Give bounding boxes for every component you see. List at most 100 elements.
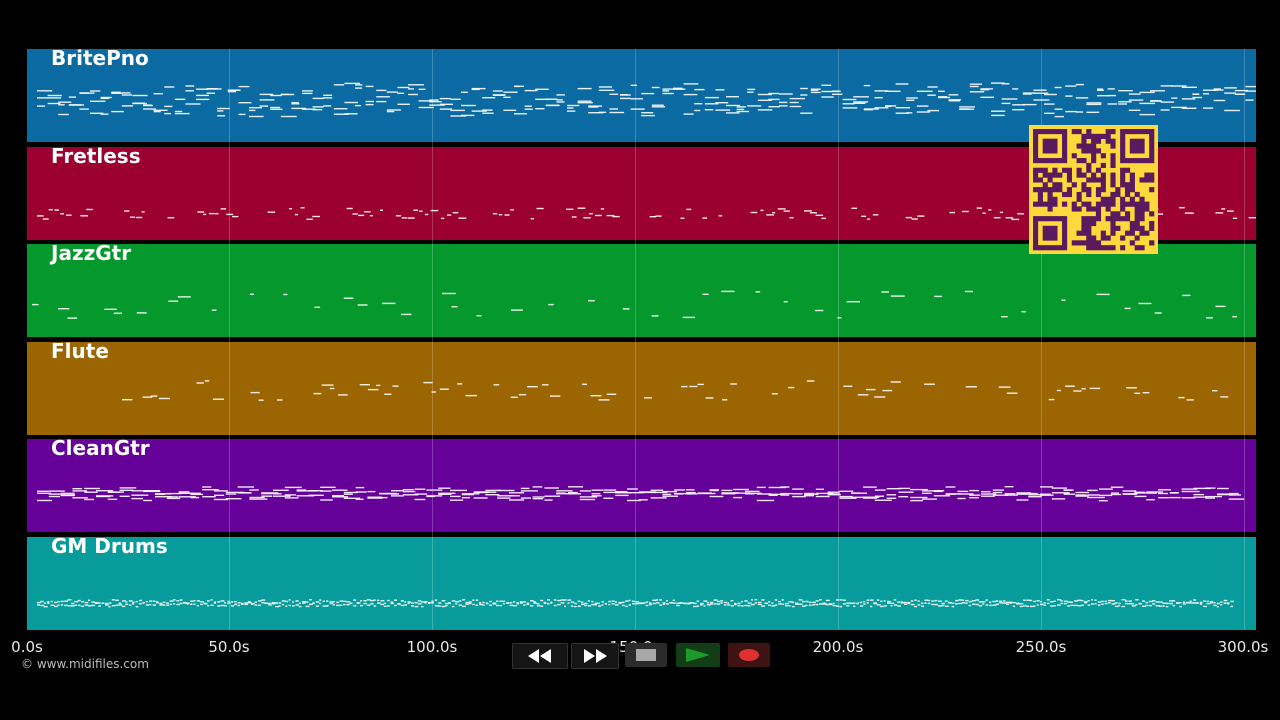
note (778, 600, 781, 603)
note (441, 605, 446, 608)
track-jazzgtr[interactable]: JazzGtr (27, 241, 1256, 337)
note (1023, 599, 1026, 601)
note (524, 108, 533, 110)
note (540, 605, 544, 607)
track-gm-drums[interactable]: GM Drums (27, 534, 1256, 630)
rewind-button[interactable] (512, 643, 568, 669)
note (96, 495, 114, 497)
note (890, 381, 901, 383)
note (948, 602, 953, 604)
note (1050, 601, 1054, 603)
note (510, 209, 514, 211)
note (212, 398, 224, 400)
note (825, 603, 830, 606)
fast-forward-button[interactable] (571, 643, 619, 669)
note (540, 599, 544, 602)
note (510, 396, 518, 398)
note (600, 208, 605, 210)
note (149, 603, 152, 606)
note (588, 300, 595, 302)
note (1215, 305, 1226, 308)
note (567, 602, 570, 604)
note (196, 94, 209, 97)
note (284, 486, 302, 489)
note (254, 604, 258, 606)
note (981, 495, 995, 497)
record-button[interactable] (728, 643, 770, 667)
note (740, 605, 744, 607)
note (577, 605, 581, 607)
note (241, 603, 244, 605)
note-pattern (37, 599, 1234, 608)
play-button[interactable] (676, 643, 720, 667)
note-pattern (37, 486, 1245, 502)
note (50, 600, 53, 603)
note (981, 491, 991, 493)
note (1099, 488, 1113, 490)
note (679, 602, 682, 604)
note (357, 304, 368, 306)
note (1193, 493, 1205, 496)
note (1210, 602, 1213, 604)
note (846, 301, 860, 303)
note (492, 94, 505, 96)
note (153, 93, 163, 95)
note (733, 488, 749, 491)
note (839, 605, 843, 608)
note (1134, 495, 1147, 498)
note (720, 600, 724, 602)
track-cleangtr[interactable]: CleanGtr (27, 436, 1256, 532)
note (356, 602, 361, 604)
note (874, 495, 885, 497)
note (502, 603, 505, 605)
note (672, 602, 676, 604)
note (863, 84, 871, 87)
note (1080, 604, 1084, 606)
note (721, 290, 735, 293)
note (567, 599, 572, 601)
note (203, 602, 207, 605)
note (177, 296, 191, 298)
note (1181, 490, 1200, 493)
note (124, 210, 130, 212)
note (190, 496, 200, 499)
note (1006, 603, 1009, 605)
note (284, 494, 297, 496)
note (1099, 500, 1108, 502)
note (1023, 605, 1027, 607)
note (1012, 602, 1016, 604)
note (377, 602, 381, 604)
track-flute[interactable]: Flute (27, 339, 1256, 435)
note (744, 600, 748, 602)
note (48, 209, 53, 211)
note (764, 602, 768, 605)
time-tick-label: 50.0s (208, 638, 250, 656)
note (1086, 111, 1100, 113)
note (376, 100, 387, 103)
note (652, 602, 656, 605)
note (863, 486, 877, 488)
note (704, 96, 719, 99)
stop-button[interactable] (625, 643, 667, 667)
note (98, 602, 101, 604)
note (457, 383, 463, 385)
note (122, 605, 126, 608)
note (1087, 489, 1098, 492)
note (343, 603, 346, 606)
note (789, 101, 799, 104)
note (458, 600, 462, 602)
note (615, 601, 617, 603)
note (638, 499, 648, 501)
note (281, 603, 284, 606)
note (404, 604, 408, 606)
note (47, 601, 50, 603)
note (196, 605, 199, 607)
note (866, 602, 869, 604)
note (982, 601, 986, 603)
note (577, 87, 592, 90)
note (84, 487, 101, 490)
note (88, 599, 91, 601)
note (249, 115, 264, 118)
note (1158, 492, 1168, 495)
note (426, 495, 443, 497)
